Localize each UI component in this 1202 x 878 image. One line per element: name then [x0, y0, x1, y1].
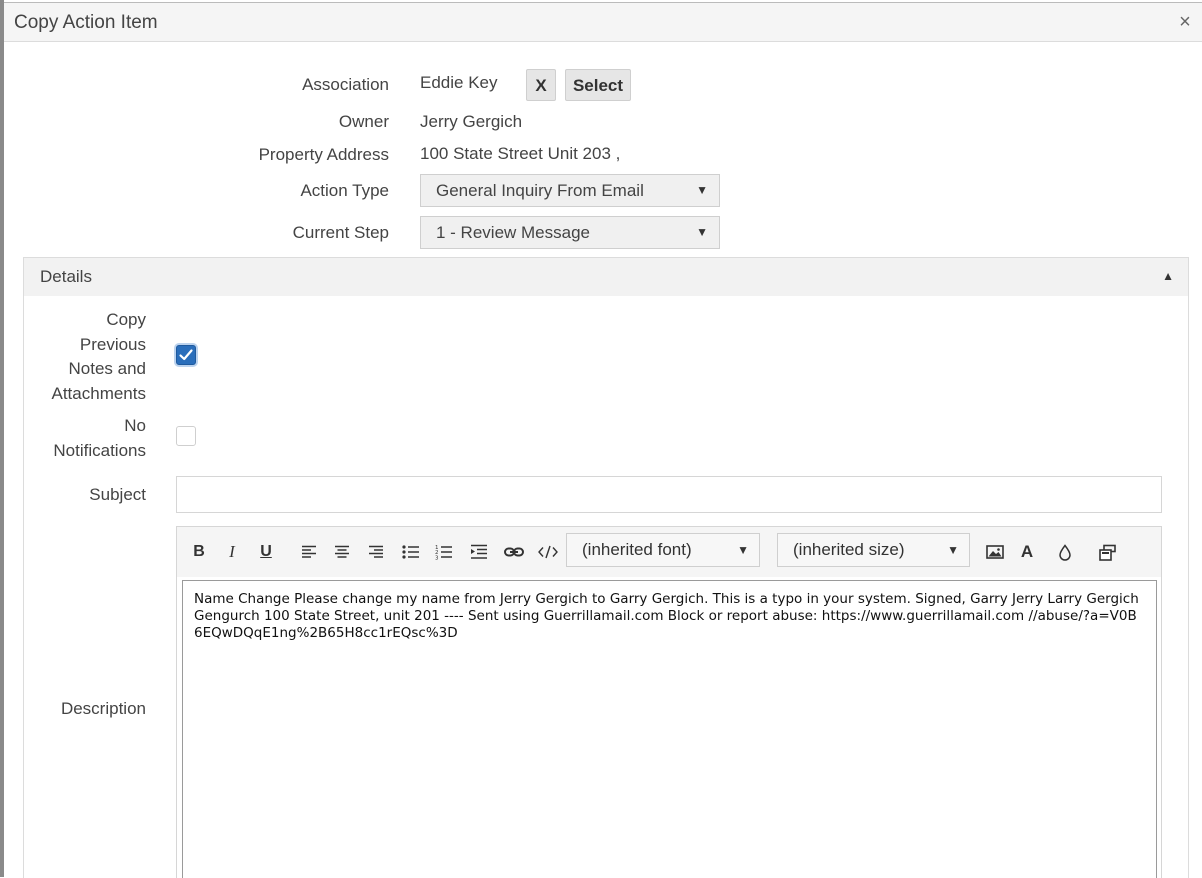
collapse-icon[interactable]: ▲ — [1162, 269, 1174, 283]
code-icon[interactable] — [536, 540, 560, 564]
subject-input[interactable] — [176, 476, 1162, 513]
no-notifications-label: No Notifications — [53, 416, 146, 460]
description-content[interactable]: Name Change Please change my name from J… — [182, 580, 1157, 878]
background-color-icon[interactable] — [1053, 540, 1077, 564]
chevron-down-icon: ▼ — [696, 183, 708, 197]
bold-button[interactable]: B — [187, 540, 211, 564]
chevron-down-icon: ▼ — [947, 543, 959, 557]
current-step-value: 1 - Review Message — [436, 223, 591, 242]
bullet-list-icon[interactable] — [399, 540, 423, 564]
font-size-select[interactable]: (inherited size) ▼ — [777, 533, 970, 567]
property-address-value: 100 State Street Unit 203 , — [420, 144, 621, 163]
association-value: Eddie Key — [420, 73, 498, 92]
action-type-select[interactable]: General Inquiry From Email ▼ — [420, 174, 720, 207]
close-icon[interactable]: × — [1174, 9, 1196, 35]
details-panel-title: Details — [40, 267, 92, 286]
owner-label: Owner — [338, 112, 389, 131]
align-center-icon[interactable] — [330, 540, 354, 564]
select-association-button[interactable]: Select — [565, 69, 631, 101]
no-notifications-checkbox[interactable] — [176, 426, 196, 446]
numbered-list-icon[interactable]: 123 — [432, 540, 456, 564]
font-size-value: (inherited size) — [793, 540, 905, 559]
chevron-down-icon: ▼ — [696, 225, 708, 239]
dialog-titlebar: Copy Action Item × — [4, 3, 1202, 42]
clear-association-button[interactable]: X — [526, 69, 556, 101]
copy-action-item-dialog: Copy Action Item × Association Eddie Key… — [4, 2, 1202, 878]
underline-button[interactable]: U — [254, 540, 278, 564]
description-label: Description — [60, 699, 146, 718]
indent-icon[interactable] — [467, 540, 491, 564]
subject-label: Subject — [89, 485, 146, 504]
image-icon[interactable] — [983, 540, 1007, 564]
copy-notes-label: Copy Previous Notes and Attachments — [51, 310, 147, 403]
details-panel: Details ▲ Copy Previous Notes and Attach… — [23, 257, 1189, 878]
property-address-label: Property Address — [258, 145, 389, 164]
dialog-title: Copy Action Item — [14, 12, 158, 33]
current-step-label: Current Step — [292, 223, 389, 242]
align-right-icon[interactable] — [364, 540, 388, 564]
current-step-select[interactable]: 1 - Review Message ▼ — [420, 216, 720, 249]
svg-text:3: 3 — [435, 556, 439, 561]
description-editor: B I U 123 (inherited font) ▼ (inherited … — [176, 526, 1162, 878]
format-painter-icon[interactable] — [1095, 540, 1119, 564]
association-label: Association — [302, 75, 389, 94]
action-type-label: Action Type — [300, 181, 389, 200]
align-left-icon[interactable] — [297, 540, 321, 564]
chevron-down-icon: ▼ — [737, 543, 749, 557]
owner-value: Jerry Gergich — [420, 112, 523, 131]
copy-notes-checkbox[interactable] — [176, 345, 196, 365]
action-type-value: General Inquiry From Email — [436, 181, 644, 200]
italic-button[interactable]: I — [220, 540, 244, 564]
font-family-value: (inherited font) — [582, 540, 692, 559]
checkmark-icon — [179, 349, 193, 361]
details-panel-header[interactable]: Details ▲ — [24, 258, 1188, 296]
font-family-select[interactable]: (inherited font) ▼ — [566, 533, 760, 567]
link-icon[interactable] — [502, 540, 526, 564]
font-color-icon[interactable]: A — [1015, 540, 1039, 564]
editor-toolbar: B I U 123 (inherited font) ▼ (inherited … — [177, 527, 1161, 577]
